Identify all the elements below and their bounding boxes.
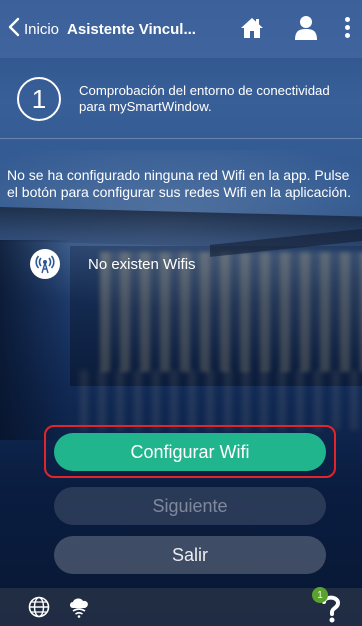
info-message: No se ha configurado ninguna red Wifi en… bbox=[7, 167, 351, 200]
back-label: Inicio bbox=[24, 20, 60, 38]
wifi-antenna-icon bbox=[30, 249, 60, 279]
notification-badge: 1 bbox=[312, 587, 328, 603]
globe-icon[interactable] bbox=[28, 596, 50, 618]
wifi-status-label: No existen Wifis bbox=[88, 255, 196, 273]
step-indicator: 1 Comprobación del entorno de conectivid… bbox=[17, 77, 339, 121]
divider bbox=[0, 138, 362, 139]
page-title: Asistente Vincul... bbox=[67, 20, 196, 38]
step-description: Comprobación del entorno de conectividad… bbox=[79, 83, 330, 114]
bottom-bar bbox=[0, 588, 362, 626]
back-button[interactable]: Inicio bbox=[8, 17, 59, 41]
user-icon[interactable] bbox=[294, 15, 318, 41]
wifi-list-item: No existen Wifis bbox=[30, 249, 196, 279]
home-icon[interactable] bbox=[240, 16, 264, 40]
exit-button[interactable]: Salir bbox=[54, 536, 326, 574]
configure-wifi-button[interactable]: Configurar Wifi bbox=[54, 433, 326, 471]
cloud-wifi-icon[interactable] bbox=[67, 596, 91, 618]
next-button[interactable]: Siguiente bbox=[54, 487, 326, 525]
chevron-left-icon bbox=[8, 17, 20, 41]
more-vertical-icon[interactable] bbox=[343, 17, 351, 41]
step-number: 1 bbox=[17, 77, 61, 121]
